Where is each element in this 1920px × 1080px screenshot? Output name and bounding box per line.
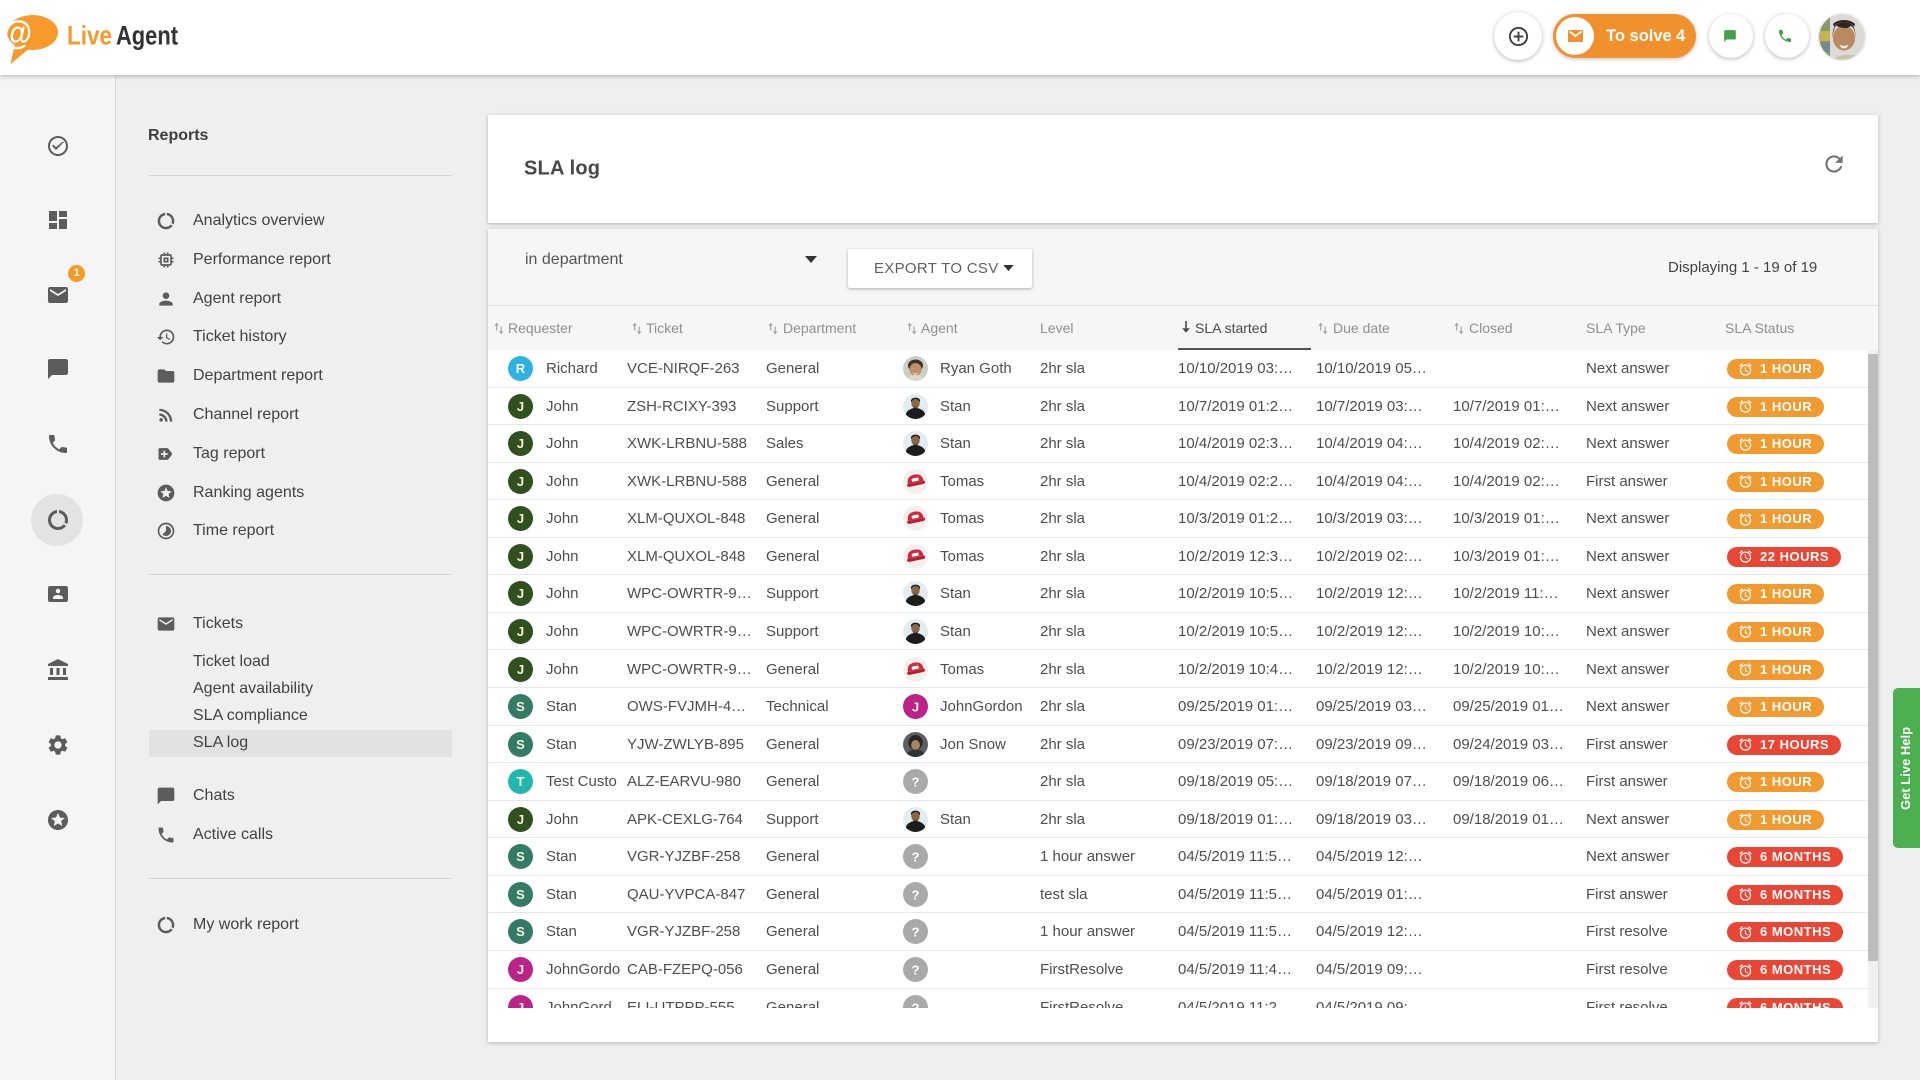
svg-text:?: ? [912,775,920,790]
svg-text:?: ? [912,925,920,940]
svg-text:?: ? [912,1000,920,1008]
svg-text:@: @ [3,14,32,51]
svg-text:Agent: Agent [116,21,178,51]
svg-text:J: J [912,700,919,715]
svg-text:?: ? [912,850,920,865]
svg-text:?: ? [912,963,920,978]
svg-text:?: ? [912,887,920,902]
svg-text:Live: Live [67,21,112,51]
